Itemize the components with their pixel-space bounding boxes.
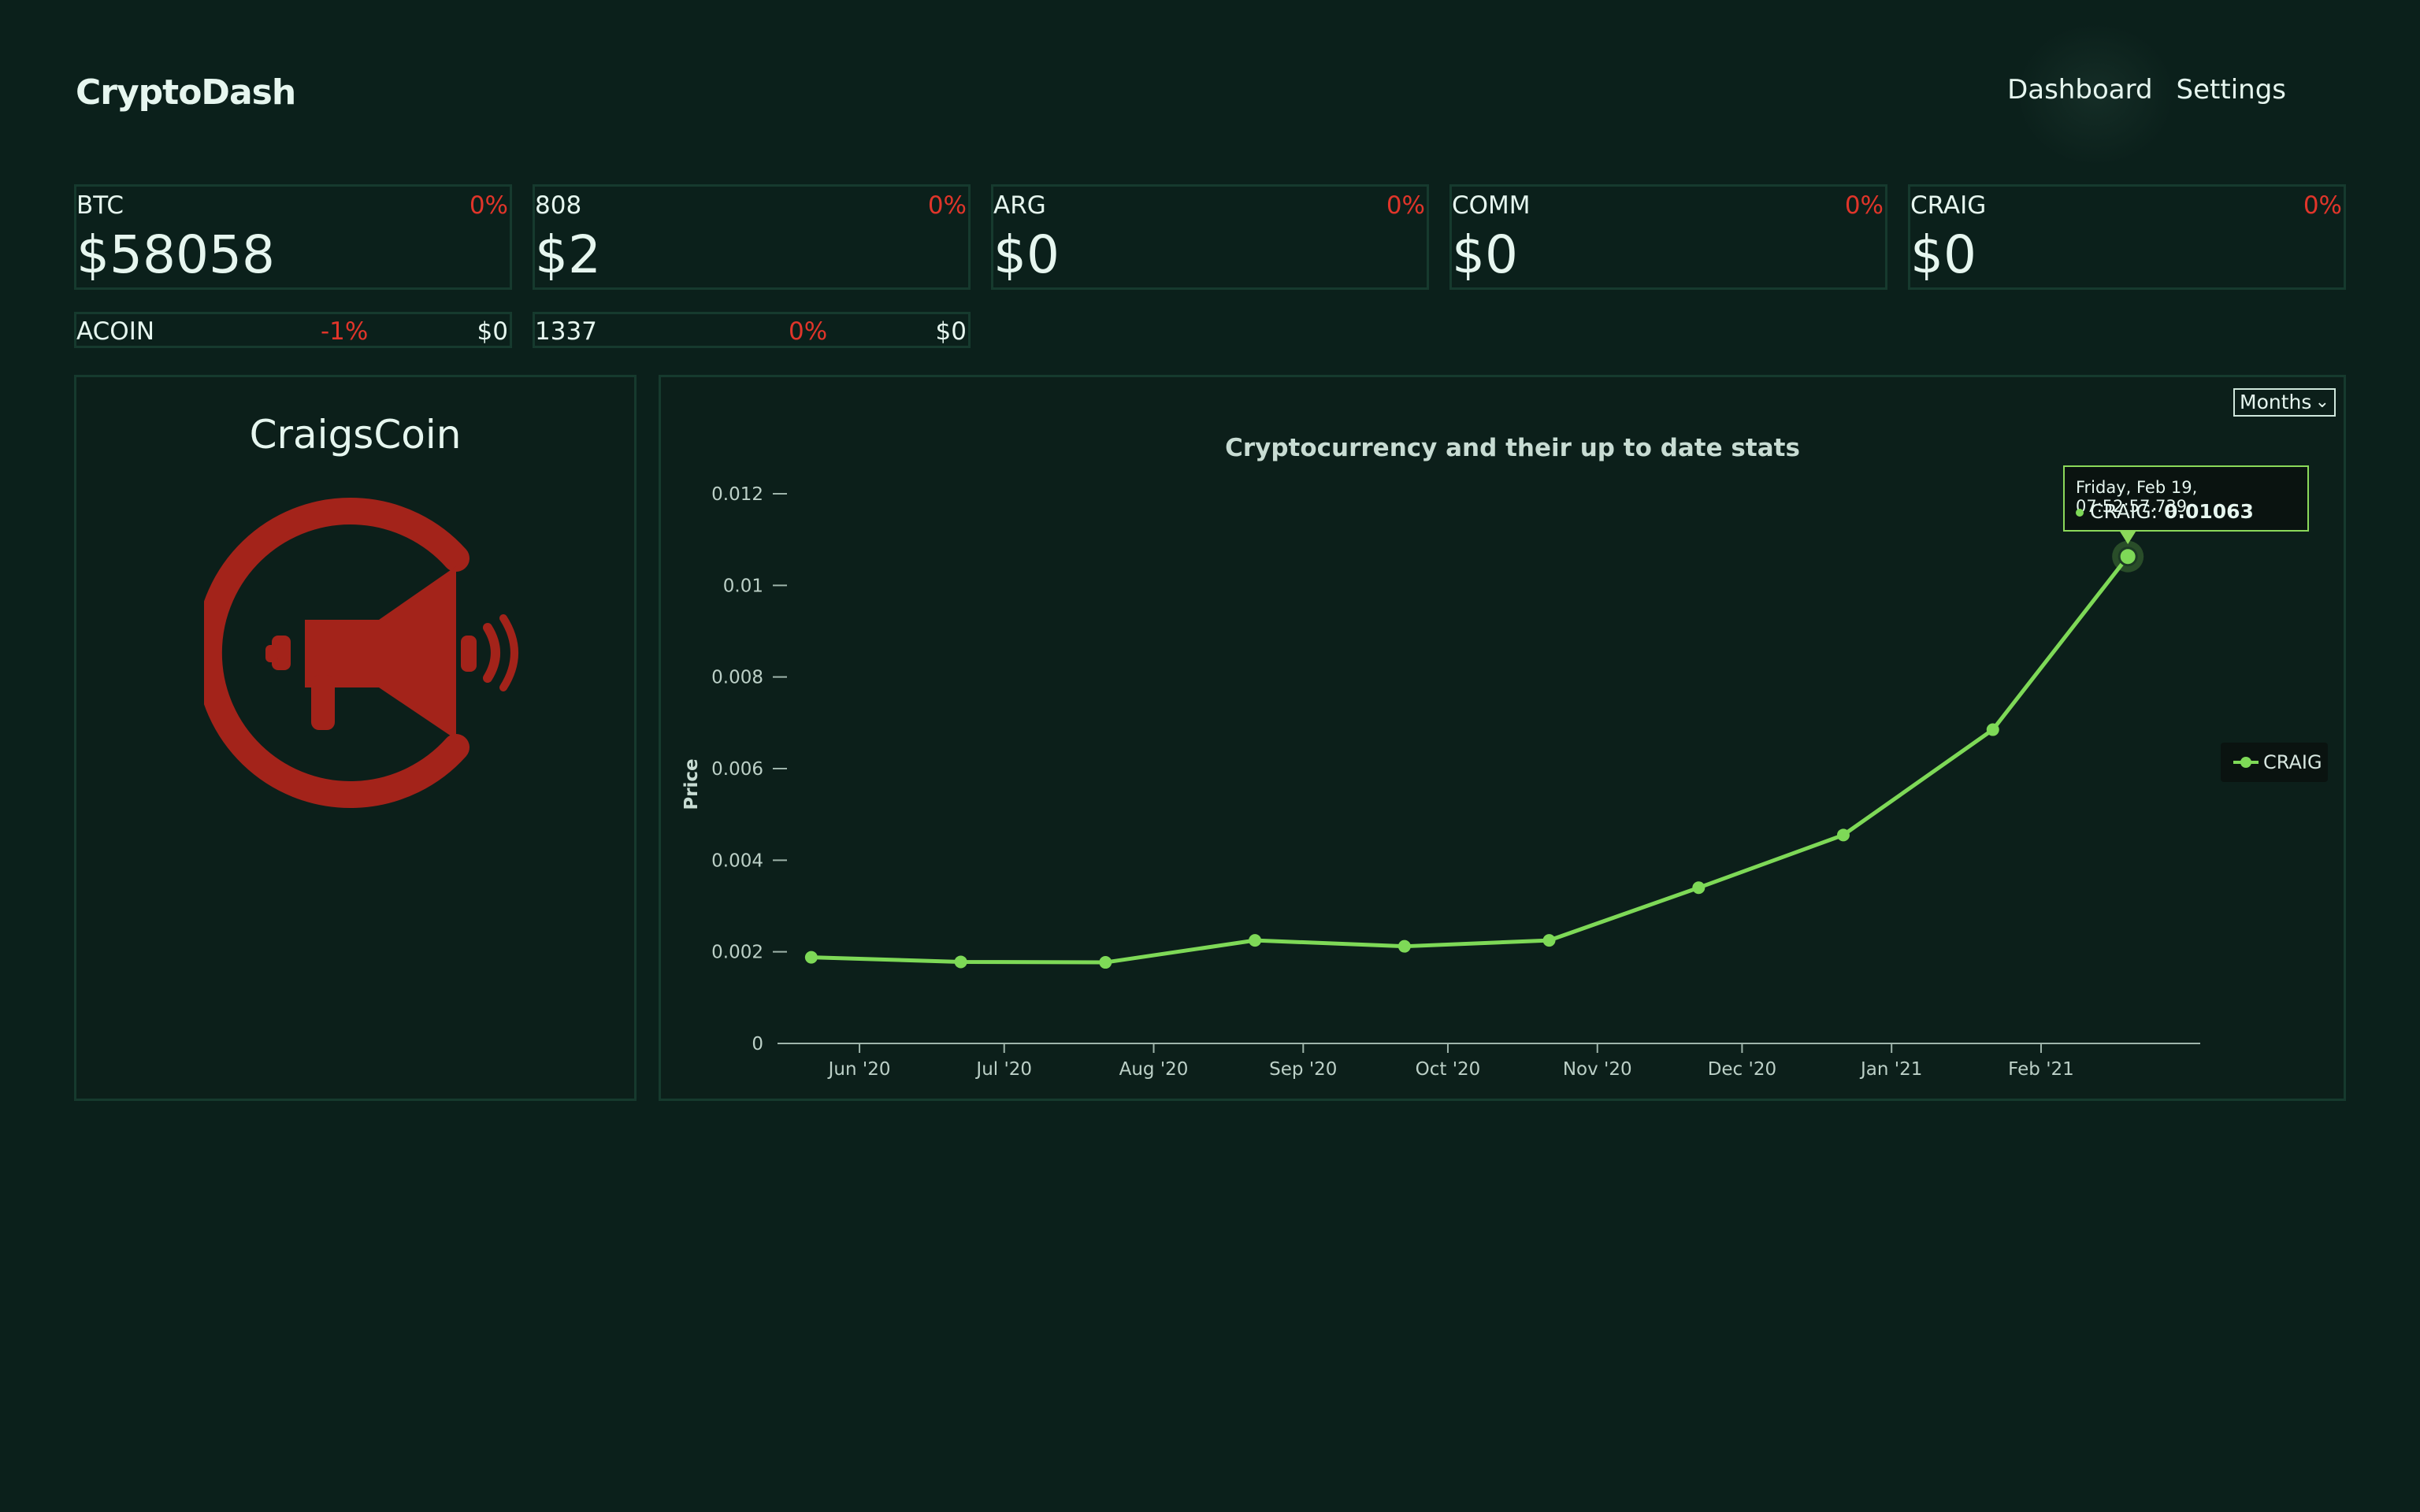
- y-tick-label: 0.008: [711, 668, 763, 688]
- ticker-change: 0%: [469, 191, 508, 220]
- data-point: [1986, 723, 1999, 736]
- ticker-symbol: 808: [535, 191, 582, 220]
- coin-detail-panel: CraigsCoin: [74, 375, 637, 1101]
- ticker-change: 0%: [1844, 191, 1884, 220]
- x-tick-label: Oct '20: [1416, 1059, 1481, 1080]
- chart-title: Cryptocurrency and their up to date stat…: [1225, 434, 1800, 462]
- data-point: [1836, 828, 1850, 842]
- ticker-symbol: 1337: [535, 317, 597, 346]
- ticker-change: 0%: [1386, 191, 1425, 220]
- ticker-card-arg[interactable]: ARG 0% $0: [991, 184, 1429, 290]
- app-brand[interactable]: CryptoDash: [76, 72, 296, 113]
- ticker-price: $58058: [76, 224, 275, 285]
- nav-dashboard[interactable]: Dashboard: [2007, 74, 2152, 106]
- legend-label: CRAIG: [2263, 751, 2322, 773]
- y-tick-label: 0.012: [711, 484, 763, 505]
- ticker-price: $0: [1452, 224, 1518, 285]
- nav-settings[interactable]: Settings: [2177, 74, 2286, 106]
- tooltip-value-line: CRAIG: 0.01063: [2076, 500, 2254, 523]
- ticker-symbol: CRAIG: [1910, 191, 1987, 220]
- data-point: [2118, 547, 2138, 567]
- ticker-row-1337[interactable]: 1337 0% $0: [533, 312, 971, 348]
- x-tick-label: Jul '20: [974, 1059, 1032, 1080]
- ticker-change: 0%: [927, 191, 967, 220]
- data-point: [954, 955, 967, 969]
- data-point: [804, 951, 818, 964]
- data-point: [1249, 934, 1262, 947]
- ticker-price: $0: [935, 317, 967, 346]
- data-point: [1397, 939, 1411, 953]
- ticker-card-comm[interactable]: COMM 0% $0: [1449, 184, 1887, 290]
- legend-marker-icon: [2233, 757, 2259, 768]
- x-tick-label: Nov '20: [1563, 1059, 1632, 1080]
- range-select[interactable]: Months ⌄: [2233, 388, 2336, 417]
- x-tick-label: Dec '20: [1708, 1059, 1776, 1080]
- ticker-price: $0: [477, 317, 508, 346]
- ticker-card-808[interactable]: 808 0% $2: [533, 184, 971, 290]
- data-point: [1692, 881, 1706, 895]
- megaphone-logo-icon: [204, 498, 518, 808]
- ticker-change: 0%: [789, 317, 828, 346]
- ticker-card-craig[interactable]: CRAIG 0% $0: [1908, 184, 2346, 290]
- series-line-craig: [811, 555, 2130, 965]
- series-dot-icon: [2076, 509, 2084, 517]
- tooltip-series: CRAIG: [2090, 500, 2151, 523]
- data-point: [1099, 956, 1112, 969]
- y-tick-label: 0.002: [711, 943, 763, 963]
- ticker-symbol: COMM: [1452, 191, 1531, 220]
- x-tick-label: Sep '20: [1269, 1059, 1337, 1080]
- x-tick-label: Jan '21: [1859, 1059, 1922, 1080]
- ticker-symbol: ACOIN: [76, 317, 155, 346]
- x-tick-label: Feb '21: [2008, 1059, 2074, 1080]
- ticker-change: 0%: [2303, 191, 2342, 220]
- data-point: [1542, 934, 1556, 947]
- x-tick-label: Jun '20: [827, 1059, 891, 1080]
- chevron-down-icon: ⌄: [2314, 392, 2329, 412]
- ticker-symbol: BTC: [76, 191, 124, 220]
- coin-title: CraigsCoin: [249, 412, 462, 458]
- ticker-price: $2: [535, 224, 601, 285]
- price-chart-panel: Cryptocurrency and their up to date stat…: [659, 375, 2346, 1101]
- range-select-value: Months: [2240, 391, 2312, 413]
- app-header: CryptoDash Dashboard Settings: [0, 0, 2420, 181]
- x-tick-label: Aug '20: [1119, 1059, 1189, 1080]
- ticker-price: $0: [1910, 224, 1976, 285]
- chart-tooltip: Friday, Feb 19, 07:52:57.739 CRAIG: 0.01…: [2063, 465, 2309, 532]
- ticker-symbol: ARG: [993, 191, 1046, 220]
- y-tick-label: 0.004: [711, 850, 763, 871]
- y-tick-label: 0.006: [711, 759, 763, 780]
- ticker-row-acoin[interactable]: ACOIN -1% $0: [74, 312, 512, 348]
- ticker-price: $0: [993, 224, 1060, 285]
- y-tick-label: 0.01: [723, 576, 763, 596]
- tooltip-value: 0.01063: [2164, 500, 2254, 523]
- ticker-card-btc[interactable]: BTC 0% $58058: [74, 184, 512, 290]
- ticker-change: -1%: [321, 317, 369, 346]
- chart-legend-item[interactable]: CRAIG: [2221, 743, 2328, 782]
- main-nav: Dashboard Settings: [2007, 74, 2286, 106]
- y-axis-label: Price: [681, 758, 702, 810]
- y-tick-label: 0: [752, 1034, 763, 1054]
